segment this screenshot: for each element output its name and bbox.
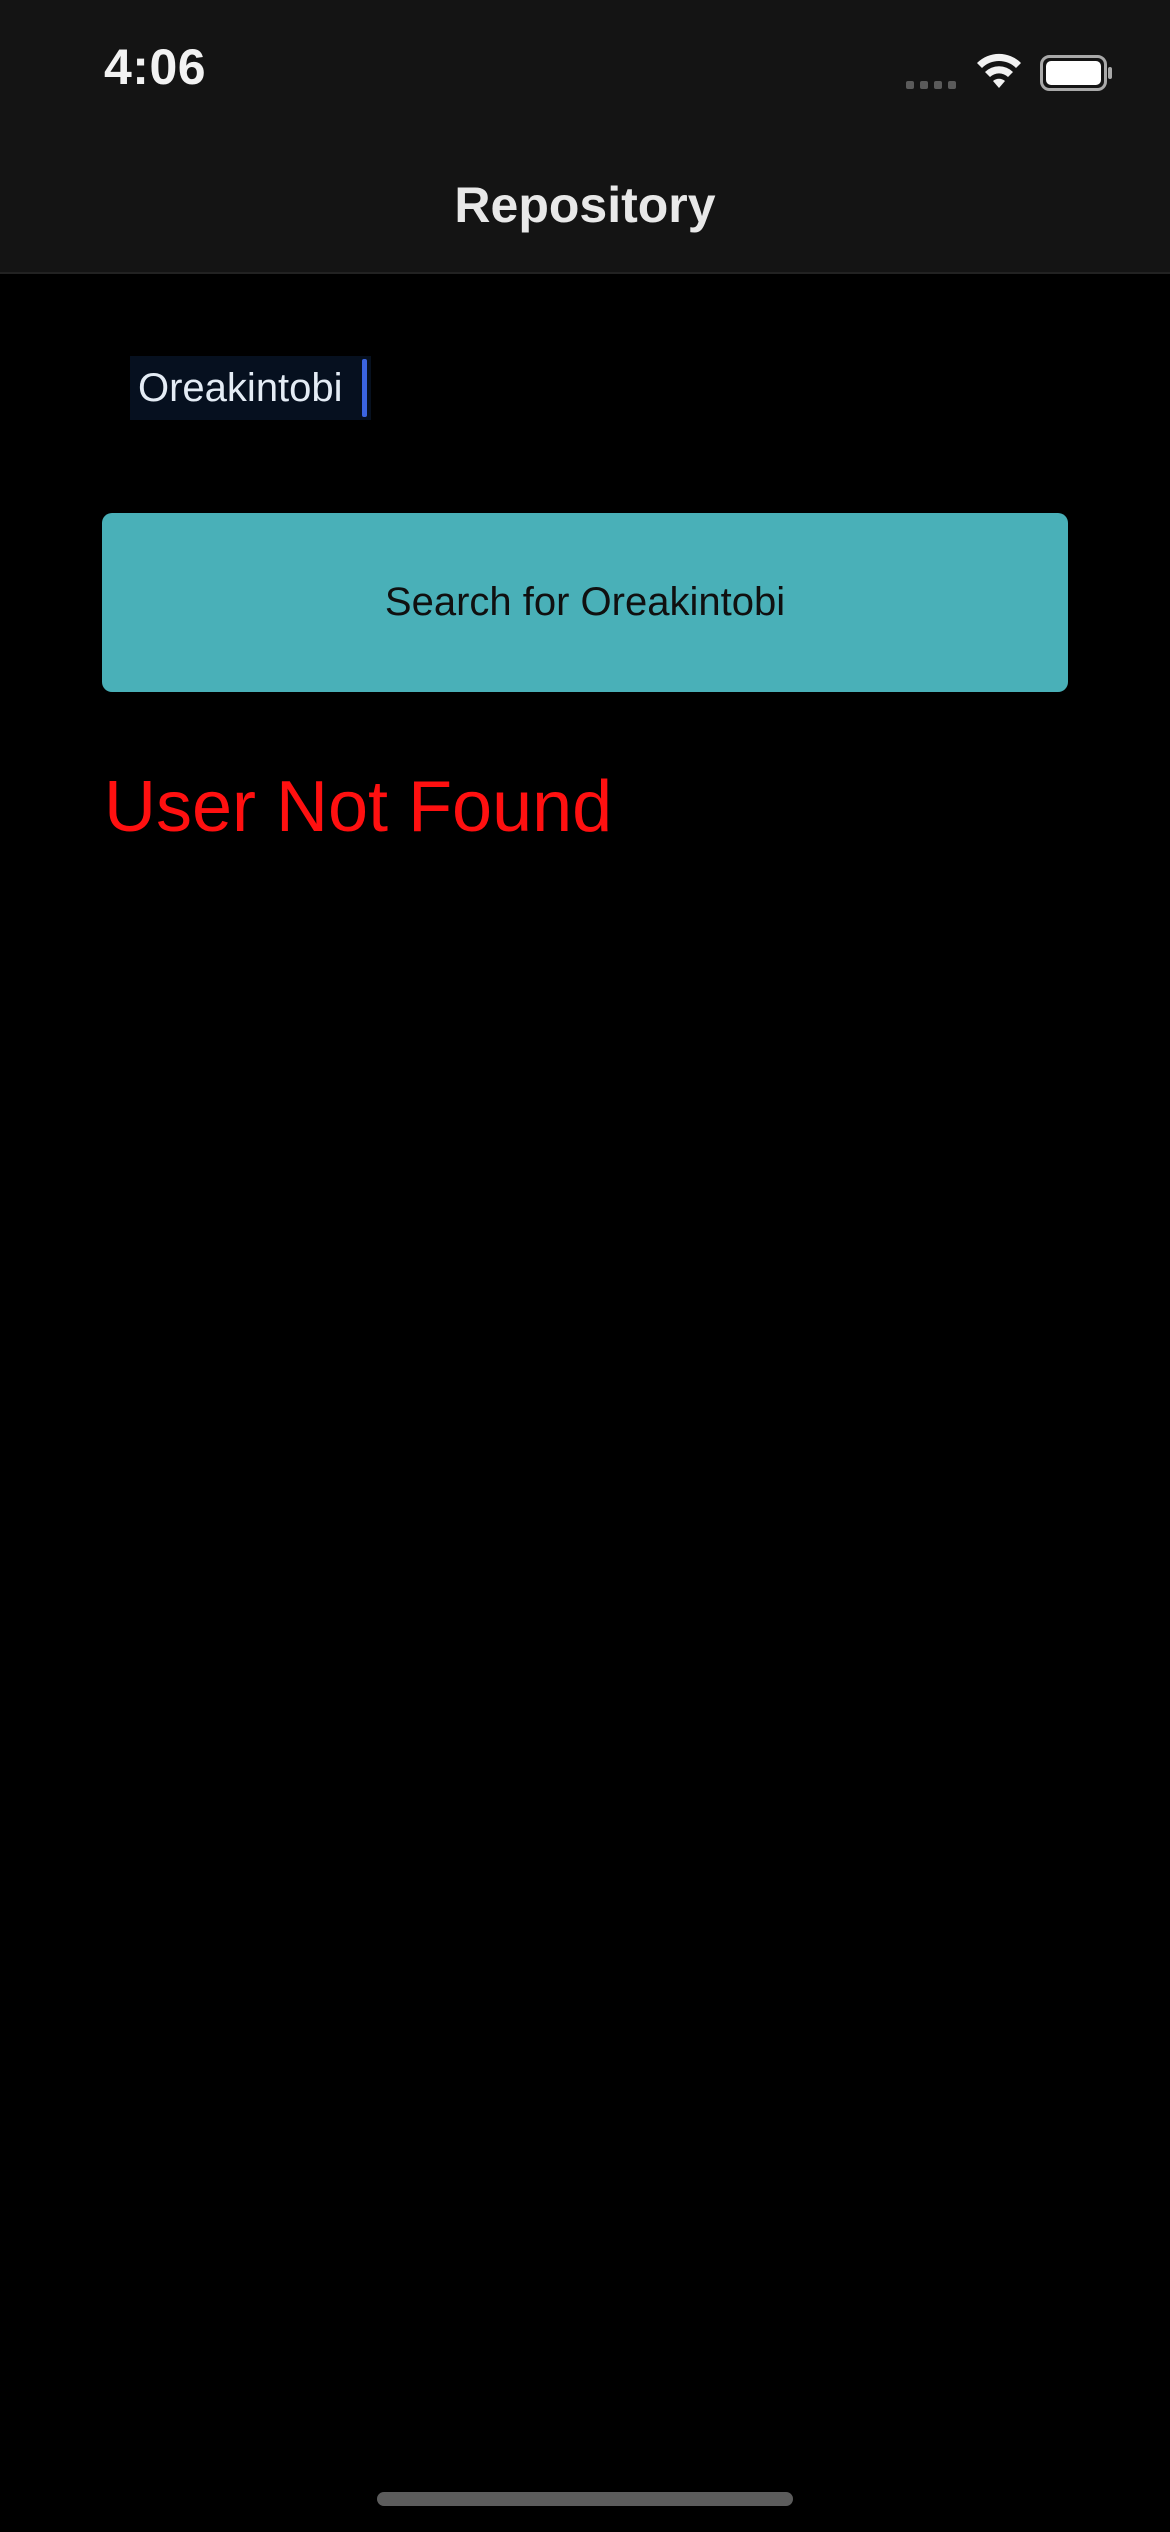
signal-dot <box>906 81 914 89</box>
signal-dot <box>948 81 956 89</box>
signal-dots-icon <box>906 81 956 89</box>
home-indicator[interactable] <box>377 2492 793 2506</box>
wifi-icon <box>977 53 1021 88</box>
error-message: User Not Found <box>104 767 613 847</box>
signal-dot <box>934 81 942 89</box>
text-caret <box>362 359 367 417</box>
page-title: Repository <box>454 177 716 233</box>
battery-icon <box>1040 55 1112 91</box>
search-input-container[interactable] <box>130 356 371 420</box>
signal-dot <box>920 81 928 89</box>
top-bar: 4:06 Repository <box>0 0 1170 274</box>
search-input[interactable] <box>138 365 360 411</box>
search-button[interactable]: Search for Oreakintobi <box>102 513 1068 692</box>
status-time: 4:06 <box>104 39 207 95</box>
